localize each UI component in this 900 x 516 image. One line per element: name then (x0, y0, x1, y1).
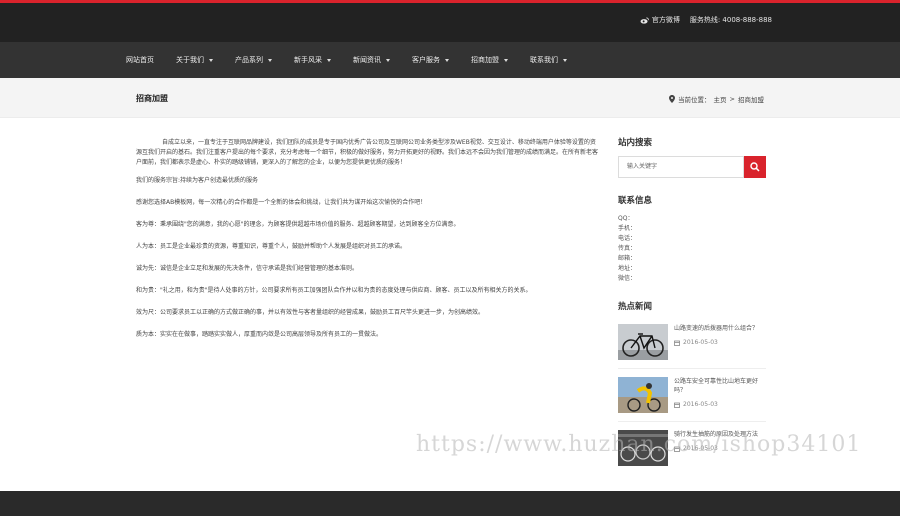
service-hotline: 服务热线: 4008-888-888 (689, 16, 772, 24)
article-value: 诚为先：诚信是企业立足和发展的先决条件，信守承诺是我们经营管理的基本准则。 (136, 265, 359, 272)
search-box: 输入关键字 (618, 156, 766, 178)
breadcrumb-home[interactable]: 主页 (714, 94, 727, 104)
page-title: 招商加盟 (136, 94, 168, 103)
nav-item-showcase[interactable]: 新手风采 (294, 55, 331, 65)
contact-line: 地址： (618, 265, 637, 272)
news-date: 2016-05-03 (683, 339, 718, 346)
breadcrumb-current[interactable]: 招商加盟 (738, 94, 764, 104)
map-pin-icon (669, 95, 676, 103)
article-line: 我们的服务宗旨:持续为客户创造最优质的服务 (136, 177, 259, 184)
weibo-icon (640, 16, 649, 24)
search-input[interactable]: 输入关键字 (618, 156, 744, 178)
page-header: 招商加盟 当前位置： 主页 > 招商加盟 (0, 78, 900, 118)
chevron-down-icon (563, 58, 567, 62)
search-button[interactable] (744, 156, 766, 178)
contact-line: 微信： (618, 275, 637, 282)
contact-line: 电话： (618, 235, 637, 242)
calendar-icon (674, 340, 680, 346)
weibo-label: 官方微博 (651, 16, 680, 24)
nav-item-news[interactable]: 新闻资讯 (353, 55, 390, 65)
nav-label: 联系我们 (530, 56, 558, 64)
nav-label: 新闻资讯 (353, 56, 381, 64)
nav-label: 新手风采 (294, 56, 322, 64)
contact-info: QQ： 手机： 电话： 传真： 邮箱： 地址： 微信： (618, 214, 766, 284)
cyclist-photo (618, 377, 668, 413)
chevron-down-icon (268, 58, 272, 62)
breadcrumb-label: 当前位置： (678, 96, 711, 104)
article-value: 质为本：实实在在做事，踏踏实实做人，厚重而内敛是公司高层领导及所有员工的一贯做法… (136, 331, 383, 338)
article-line: 感谢您选择AB模板网，每一次精心的合作都是一个全新的体会和挑战，让我们共为谋开始… (136, 199, 427, 206)
nav-item-about[interactable]: 关于我们 (176, 55, 213, 65)
sidebar: 站内搜索 输入关键字 联系信息 QQ： 手机： 电话： 传真： 邮箱： 地址： … (618, 136, 766, 474)
chevron-down-icon (327, 58, 331, 62)
chevron-down-icon (209, 58, 213, 62)
chevron-down-icon (386, 58, 390, 62)
chevron-down-icon (445, 58, 449, 62)
news-title-link[interactable]: 山路变速的后拨器用什么组合？ (674, 324, 758, 333)
nav-label: 招商加盟 (471, 56, 499, 64)
top-bar: 官方微博 服务热线: 4008-888-888 (0, 3, 900, 42)
contact-line: 邮箱： (618, 255, 637, 262)
contact-line: 手机： (618, 225, 637, 232)
news-title-link[interactable]: 公路车安全可靠性比山地车更好吗？ (674, 377, 766, 395)
nav-item-franchise[interactable]: 招商加盟 (471, 55, 508, 65)
news-item[interactable]: 山路变速的后拨器用什么组合？ 2016-05-03 (618, 316, 766, 368)
nav-item-home[interactable]: 网站首页 (126, 55, 154, 65)
nav-item-contact[interactable]: 联系我们 (530, 55, 567, 65)
news-item[interactable]: 公路车安全可靠性比山地车更好吗？ 2016-05-03 (618, 368, 766, 421)
article-value: 客为尊：秉承围绕"您的满意，我的心愿"的理念，为顾客提供超越市场价值的服务、超越… (136, 221, 460, 228)
news-title: 热点新闻 (618, 302, 653, 312)
breadcrumb: 当前位置： 主页 > 招商加盟 (669, 94, 764, 104)
calendar-icon (674, 402, 680, 408)
main-nav: 网站首页 关于我们 产品系列 新手风采 新闻资讯 客户服务 招商加盟 联系我们 (0, 42, 900, 78)
search-title: 站内搜索 (618, 138, 653, 148)
nav-item-products[interactable]: 产品系列 (235, 55, 272, 65)
article-value: 人为本：员工是企业最珍贵的资源，尊重知识，尊重个人，鼓励并帮助个人发展是组织对员… (136, 243, 407, 250)
weibo-link[interactable]: 官方微博 (640, 15, 680, 25)
nav-label: 网站首页 (126, 56, 154, 64)
nav-label: 关于我们 (176, 56, 204, 64)
chevron-down-icon (504, 58, 508, 62)
breadcrumb-separator: > (729, 95, 735, 103)
contact-line: QQ： (618, 215, 634, 222)
watermark: https://www.huzhan.com/ishop34101 (416, 432, 862, 457)
news-date: 2016-05-03 (683, 401, 718, 408)
nav-label: 客户服务 (412, 56, 440, 64)
contact-line: 传真： (618, 245, 637, 252)
nav-item-service[interactable]: 客户服务 (412, 55, 449, 65)
road-bike-photo (618, 324, 668, 360)
article-content: 自成立以来，一直专注于互联网品牌建设，我们团队的成员是专于国内优秀广告公司及互联… (136, 138, 598, 349)
footer (0, 491, 900, 516)
contact-title: 联系信息 (618, 196, 653, 206)
search-icon (750, 162, 760, 172)
nav-label: 产品系列 (235, 56, 263, 64)
article-value: 和为贵："礼之用，和为贵"是待人处事的方针，公司要求所有员工加强团队合作并以和为… (136, 287, 532, 294)
article-intro: 自成立以来，一直专注于互联网品牌建设，我们团队的成员是专于国内优秀广告公司及互联… (136, 139, 599, 166)
article-value: 效为尺：公司要求员工以正确的方式做正确的事，并以有效性与客者量组织的经营成果，鼓… (136, 309, 485, 316)
